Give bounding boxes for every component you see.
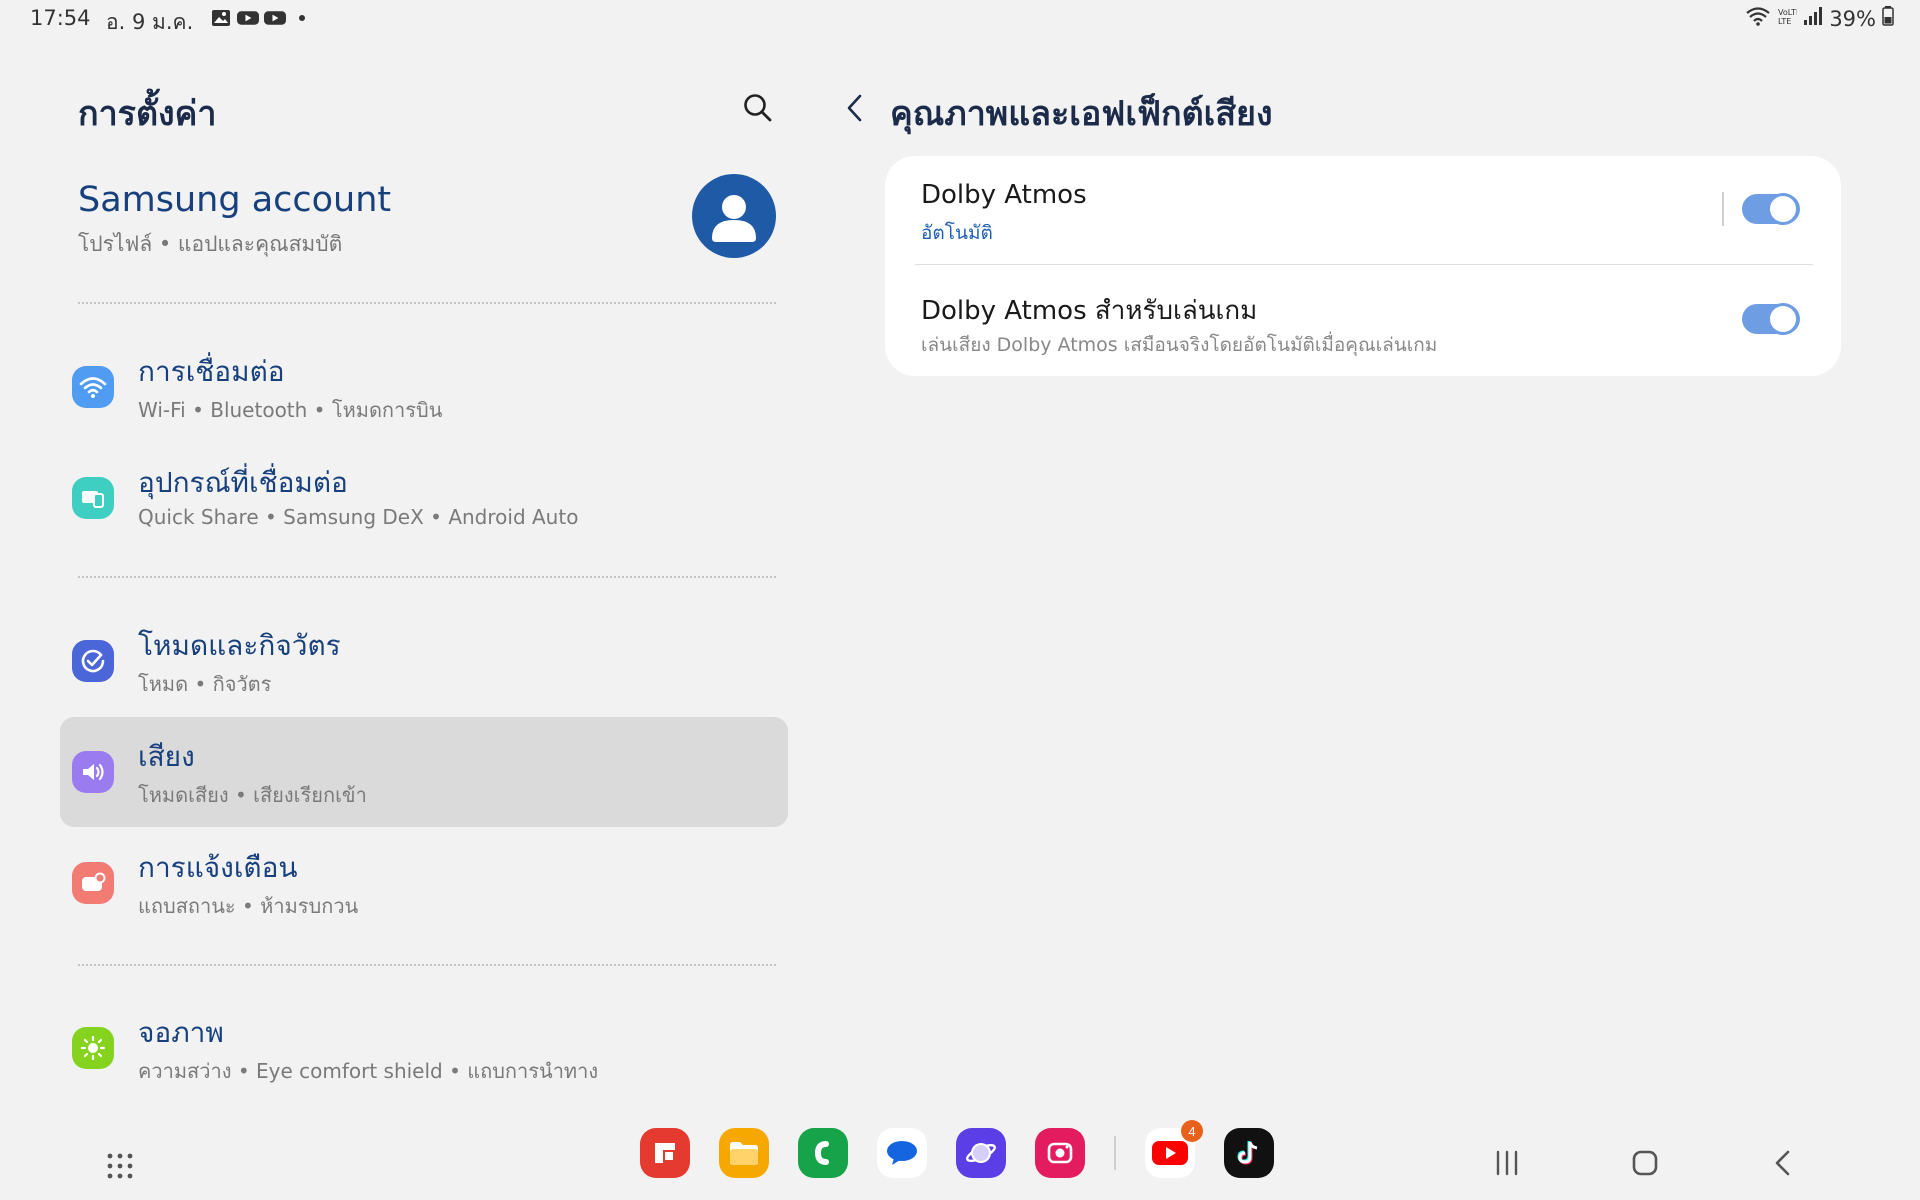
battery-icon	[1882, 6, 1894, 31]
menu-item-subtitle: แถบสถานะ • ห้ามรบกวน	[138, 894, 359, 918]
menu-item-display[interactable]: จอภาพ ความสว่าง • Eye comfort shield • แ…	[60, 993, 788, 1103]
toggle-knob	[1767, 193, 1799, 225]
internet-icon[interactable]	[956, 1128, 1006, 1178]
menu-item-subtitle: ความสว่าง • Eye comfort shield • แถบการน…	[138, 1059, 599, 1083]
menu-item-notifications[interactable]: การแจ้งเตือน แถบสถานะ • ห้ามรบกวน	[60, 828, 788, 938]
settings-title: การตั้งค่า	[78, 94, 217, 134]
menu-item-subtitle: โหมด • กิจวัตร	[138, 672, 272, 696]
back-icon	[1775, 1150, 1790, 1176]
page-title: คุณภาพและเอฟเฟ็กต์เสียง	[890, 94, 1273, 134]
screen-recorder-icon[interactable]	[1035, 1128, 1085, 1178]
phone-icon[interactable]	[798, 1128, 848, 1178]
status-time: 17:54	[30, 6, 91, 30]
chevron-left-icon	[847, 94, 862, 122]
divider	[78, 302, 776, 304]
svg-text:LTE: LTE	[1778, 17, 1791, 26]
menu-item-sounds[interactable]: เสียง โหมดเสียง • เสียงเรียกเข้า	[60, 717, 788, 827]
status-date: อ. 9 ม.ค.	[106, 10, 194, 34]
nav-back-button[interactable]	[1766, 1146, 1800, 1180]
divider	[915, 264, 1813, 265]
menu-item-title: การเชื่อมต่อ	[138, 355, 285, 388]
brightness-icon	[72, 1027, 114, 1069]
notification-icons	[210, 8, 313, 28]
status-bar: 17:54 อ. 9 ม.ค. VoLTELTE 39%	[0, 0, 1920, 40]
menu-item-title: เสียง	[138, 740, 195, 773]
volte-icon: VoLTELTE	[1777, 6, 1801, 31]
home-icon	[1632, 1150, 1658, 1176]
divider	[78, 964, 776, 966]
my-files-icon[interactable]	[719, 1128, 769, 1178]
setting-row-dolby-atmos[interactable]: Dolby Atmos อัตโนมัติ	[885, 156, 1841, 266]
menu-item-connected-devices[interactable]: อุปกรณ์ที่เชื่อมต่อ Quick Share • Samsun…	[60, 443, 788, 553]
gallery-icon	[210, 8, 232, 28]
menu-item-subtitle: Wi-Fi • Bluetooth • โหมดการบิน	[138, 398, 443, 422]
dot-icon	[291, 8, 313, 28]
search-button[interactable]	[742, 92, 774, 124]
setting-title: Dolby Atmos สำหรับเล่นเกม	[921, 296, 1258, 326]
devices-icon	[72, 477, 114, 519]
app-dock: 4	[640, 1120, 1303, 1178]
recents-icon	[1496, 1150, 1518, 1176]
messages-icon[interactable]	[877, 1128, 927, 1178]
divider	[78, 576, 776, 578]
divider	[1722, 192, 1724, 226]
menu-item-connections[interactable]: การเชื่อมต่อ Wi-Fi • Bluetooth • โหมดการ…	[60, 332, 788, 442]
account-subtitle: โปรไฟล์ • แอปและคุณสมบัติ	[78, 232, 343, 256]
modes-icon	[72, 640, 114, 682]
navigation-bar: 4	[0, 1120, 1920, 1200]
apps-button[interactable]	[106, 1152, 134, 1180]
menu-item-modes-routines[interactable]: โหมดและกิจวัตร โหมด • กิจวัตร	[60, 606, 788, 716]
menu-item-title: โหมดและกิจวัตร	[138, 629, 341, 662]
dolby-atmos-gaming-toggle[interactable]	[1742, 303, 1800, 335]
toggle-knob	[1767, 303, 1799, 335]
home-button[interactable]	[1628, 1146, 1662, 1180]
menu-item-subtitle: Quick Share • Samsung DeX • Android Auto	[138, 505, 579, 529]
apps-grid-icon	[107, 1153, 133, 1179]
person-icon	[712, 195, 756, 242]
avatar	[692, 174, 776, 258]
svg-text:VoLTE: VoLTE	[1778, 8, 1797, 17]
setting-row-dolby-atmos-gaming[interactable]: Dolby Atmos สำหรับเล่นเกม เล่นเสียง Dolb…	[885, 266, 1841, 376]
menu-item-title: อุปกรณ์ที่เชื่อมต่อ	[138, 466, 348, 499]
youtube-icon	[237, 8, 259, 28]
notification-badge: 4	[1181, 1120, 1203, 1142]
menu-item-title: การแจ้งเตือน	[138, 851, 298, 884]
divider	[1114, 1136, 1116, 1170]
youtube-icon	[264, 8, 286, 28]
setting-subtitle: เล่นเสียง Dolby Atmos เสมือนจริงโดยอัตโน…	[921, 334, 1438, 356]
volume-icon	[72, 751, 114, 793]
tiktok-icon[interactable]	[1224, 1128, 1274, 1178]
account-title: Samsung account	[78, 180, 392, 220]
cell-signal-icon	[1803, 6, 1823, 31]
notification-icon	[72, 862, 114, 904]
wifi-icon	[72, 366, 114, 408]
back-button[interactable]	[838, 90, 872, 126]
search-icon	[744, 94, 772, 122]
menu-item-title: จอภาพ	[138, 1016, 224, 1049]
menu-item-subtitle: โหมดเสียง • เสียงเรียกเข้า	[138, 783, 367, 807]
sound-quality-card: Dolby Atmos อัตโนมัติ Dolby Atmos สำหรับ…	[885, 156, 1841, 376]
dolby-atmos-toggle[interactable]	[1742, 193, 1800, 225]
recent-apps-button[interactable]	[1490, 1146, 1524, 1180]
youtube-icon[interactable]: 4	[1145, 1120, 1203, 1178]
flipboard-icon[interactable]	[640, 1128, 690, 1178]
setting-subtitle: อัตโนมัติ	[921, 222, 993, 244]
battery-percent: 39%	[1829, 6, 1876, 31]
setting-title: Dolby Atmos	[921, 180, 1087, 210]
wifi-signal-icon	[1745, 6, 1771, 31]
status-indicators: VoLTELTE 39%	[1745, 6, 1894, 31]
